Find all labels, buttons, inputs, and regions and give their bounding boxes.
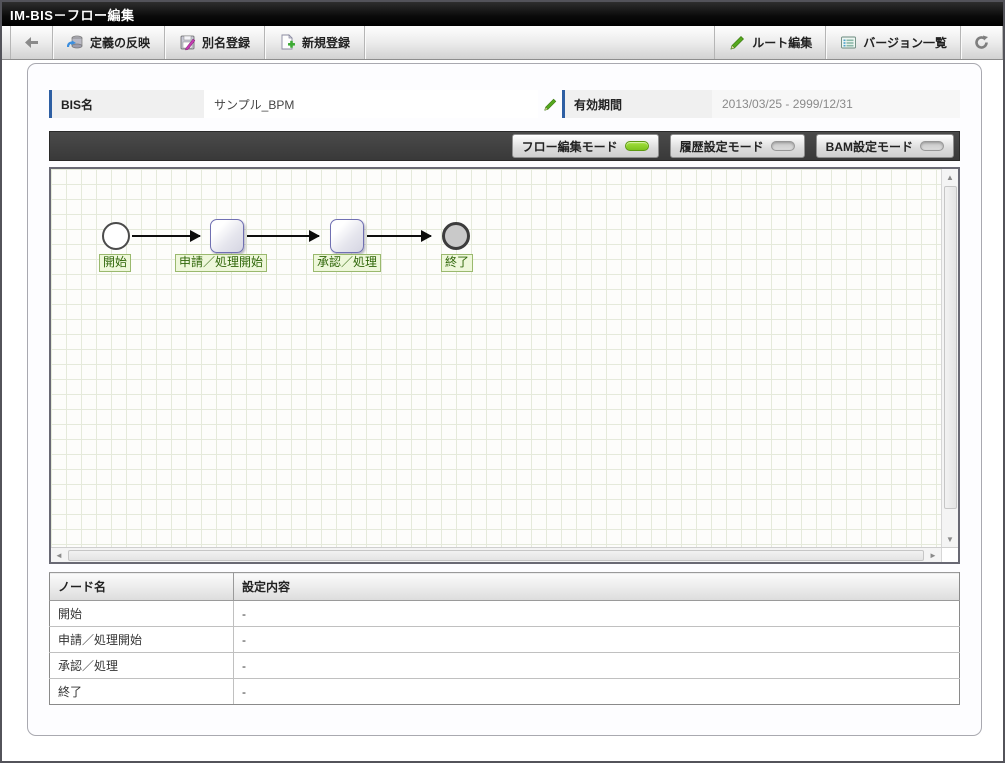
scroll-down-icon[interactable]: ▼	[942, 531, 959, 547]
valid-period-label: 有効期間	[565, 90, 712, 118]
scrollbar-corner	[941, 548, 958, 562]
flow-node-task2[interactable]	[330, 219, 364, 253]
table-row[interactable]: 終了 -	[49, 678, 960, 705]
vertical-scroll-thumb[interactable]	[943, 186, 957, 509]
table-row[interactable]: 開始 -	[49, 600, 960, 627]
flow-node-end[interactable]	[442, 222, 470, 250]
new-register-label: 新規登録	[302, 36, 351, 50]
new-document-icon	[281, 34, 296, 50]
node-name-cell: 開始	[49, 600, 234, 627]
content-panel: BIS名 サンプル_BPM 有効期間 2013/03/25 - 2999/12/…	[27, 63, 982, 736]
mode-bam-setting-label: BAM設定モード	[825, 139, 913, 154]
field-row: BIS名 サンプル_BPM 有効期間 2013/03/25 - 2999/12/…	[49, 90, 960, 118]
column-header-node-name: ノード名	[49, 572, 234, 601]
scroll-left-icon[interactable]: ◄	[51, 548, 67, 563]
alias-register-label: 別名登録	[202, 36, 251, 50]
canvas-horizontal-scrollbar-row: ◄ ►	[51, 547, 958, 562]
node-name-cell: 申請／処理開始	[49, 626, 234, 653]
new-register-button[interactable]: 新規登録	[265, 26, 366, 59]
back-button[interactable]	[10, 26, 53, 59]
refresh-button[interactable]	[960, 26, 1003, 59]
reflect-definition-label: 定義の反映	[90, 36, 151, 50]
toolbar-right-group: ルート編集 バージョン一覧	[714, 26, 1003, 59]
app-window: IM-BIS－フロー編集 定義の反映 別名登録 新規登録 ルート編集 バージョン…	[0, 0, 1005, 763]
table-row[interactable]: 承認／処理 -	[49, 652, 960, 679]
bis-name-edit-button[interactable]	[538, 90, 562, 118]
toolbar: 定義の反映 別名登録 新規登録 ルート編集 バージョン一覧	[2, 26, 1003, 60]
flow-node-task1[interactable]	[210, 219, 244, 253]
mode-history-setting-indicator-off	[770, 141, 795, 151]
reflect-definition-button[interactable]: 定義の反映	[53, 26, 166, 59]
valid-period-field: 有効期間 2013/03/25 - 2999/12/31	[562, 90, 960, 118]
valid-period-value: 2013/03/25 - 2999/12/31	[712, 90, 960, 118]
page-title: IM-BIS－フロー編集	[10, 7, 135, 23]
scroll-up-icon[interactable]: ▲	[942, 169, 959, 185]
mode-button-bam-setting[interactable]: BAM設定モード	[815, 134, 954, 158]
mode-flow-edit-label: フロー編集モード	[521, 139, 618, 154]
canvas-horizontal-scrollbar[interactable]: ◄ ►	[51, 548, 941, 562]
database-reflect-icon	[67, 35, 83, 49]
back-arrow-icon	[25, 37, 38, 48]
mode-bar: フロー編集モード 履歴設定モード BAM設定モード	[49, 131, 960, 161]
canvas-vertical-scrollbar[interactable]: ▲ ▼	[941, 169, 958, 547]
flow-node-end-label: 終了	[441, 254, 474, 272]
flow-node-start[interactable]	[102, 222, 130, 250]
route-edit-button[interactable]: ルート編集	[714, 26, 826, 59]
node-name-cell: 終了	[49, 678, 234, 705]
version-list-button[interactable]: バージョン一覧	[825, 26, 961, 59]
bis-name-value: サンプル_BPM	[204, 90, 538, 118]
flow-node-task2-label: 承認／処理	[313, 254, 382, 272]
floppy-edit-icon	[180, 35, 196, 51]
flow-node-start-label: 開始	[99, 254, 132, 272]
table-row[interactable]: 申請／処理開始 -	[49, 626, 960, 653]
mode-button-flow-edit[interactable]: フロー編集モード	[511, 134, 659, 158]
node-name-cell: 承認／処理	[49, 652, 234, 679]
edit-pencil-icon	[543, 98, 556, 111]
version-list-label: バージョン一覧	[863, 36, 947, 50]
list-icon	[841, 36, 857, 49]
mode-bam-setting-indicator-off	[920, 141, 944, 151]
horizontal-scroll-thumb[interactable]	[68, 549, 924, 561]
setting-value-cell: -	[233, 600, 960, 627]
route-edit-label: ルート編集	[752, 36, 813, 50]
mode-flow-edit-indicator-on	[624, 141, 649, 151]
flow-canvas[interactable]: 開始 申請／処理開始 承認／処理 終了	[51, 169, 941, 547]
bis-name-field: BIS名 サンプル_BPM	[49, 90, 562, 118]
scroll-right-icon[interactable]: ►	[925, 548, 941, 563]
flow-node-task1-label: 申請／処理開始	[175, 254, 268, 272]
setting-value-cell: -	[233, 678, 960, 705]
pencil-icon	[730, 36, 745, 50]
refresh-icon	[975, 35, 988, 49]
alias-register-button[interactable]: 別名登録	[165, 26, 266, 59]
flow-connector-2[interactable]	[247, 230, 320, 242]
flow-connector-3[interactable]	[367, 230, 432, 242]
setting-value-cell: -	[233, 652, 960, 679]
main-area: BIS名 サンプル_BPM 有効期間 2013/03/25 - 2999/12/…	[2, 60, 1003, 761]
setting-value-cell: -	[233, 626, 960, 653]
table-header-row: ノード名 設定内容	[49, 572, 960, 601]
mode-history-setting-label: 履歴設定モード	[679, 139, 764, 154]
column-header-setting: 設定内容	[233, 572, 960, 601]
title-bar: IM-BIS－フロー編集	[2, 2, 1003, 26]
bis-name-label: BIS名	[52, 90, 204, 118]
flow-connector-1[interactable]	[132, 230, 201, 242]
flow-canvas-container: 開始 申請／処理開始 承認／処理 終了 ▲ ▼ ◄ ►	[49, 167, 960, 564]
mode-button-history-setting[interactable]: 履歴設定モード	[669, 134, 805, 158]
node-settings-table: ノード名 設定内容 開始 - 申請／処理開始 - 承認／処理 - 終了 -	[49, 572, 960, 705]
